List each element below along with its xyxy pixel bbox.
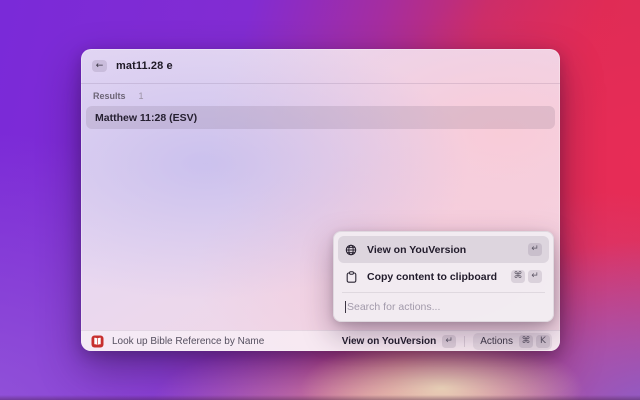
return-keycap: ↵ [528,243,542,256]
search-input[interactable]: mat11.28 e [116,60,173,72]
return-keycap: ↵ [528,270,542,283]
primary-action-button[interactable]: View on YouVersion [342,336,436,347]
results-label: Results [93,90,126,101]
action-label: Copy content to clipboard [367,270,498,283]
action-shortcut: ⌘ ↵ [511,270,542,283]
status-divider [464,335,466,347]
clipboard-icon [345,270,357,283]
actions-button[interactable]: Actions ⌘ K [473,332,552,350]
cmd-keycap: ⌘ [519,334,533,348]
status-bar-left: Look up Bible Reference by Name [91,335,264,348]
command-name: Look up Bible Reference by Name [112,335,265,347]
actions-label: Actions [480,335,513,347]
globe-icon [345,244,357,256]
k-keycap: K [536,334,550,348]
cmd-keycap: ⌘ [511,270,525,283]
results-section-header: Results 1 [93,90,548,101]
results-count: 1 [138,90,144,101]
action-search-placeholder: Search for actions... [347,301,441,313]
status-bar-right: View on YouVersion ↵ Actions ⌘ K [342,332,552,350]
return-keycap: ↵ [442,334,457,348]
search-header: ← mat11.28 e [81,49,560,84]
status-bar: Look up Bible Reference by Name View on … [81,330,560,351]
action-search-input[interactable]: Search for actions... [338,293,549,321]
action-item-copy-content[interactable]: Copy content to clipboard ⌘ ↵ [338,263,549,290]
action-shortcut: ↵ [528,243,542,256]
action-panel: View on YouVersion ↵ Copy content to cli… [333,231,554,322]
desktop-background: ← mat11.28 e Results 1 Matthew 11:28 (ES… [0,0,640,400]
list-item[interactable]: Matthew 11:28 (ESV) [86,106,555,129]
back-button[interactable]: ← [92,60,107,72]
result-title: Matthew 11:28 (ESV) [95,111,198,124]
arrow-left-icon: ← [95,60,104,71]
bible-app-icon [91,335,104,347]
text-caret [345,301,346,313]
action-label: View on YouVersion [367,243,467,256]
action-item-view-on-youversion[interactable]: View on YouVersion ↵ [338,236,549,263]
